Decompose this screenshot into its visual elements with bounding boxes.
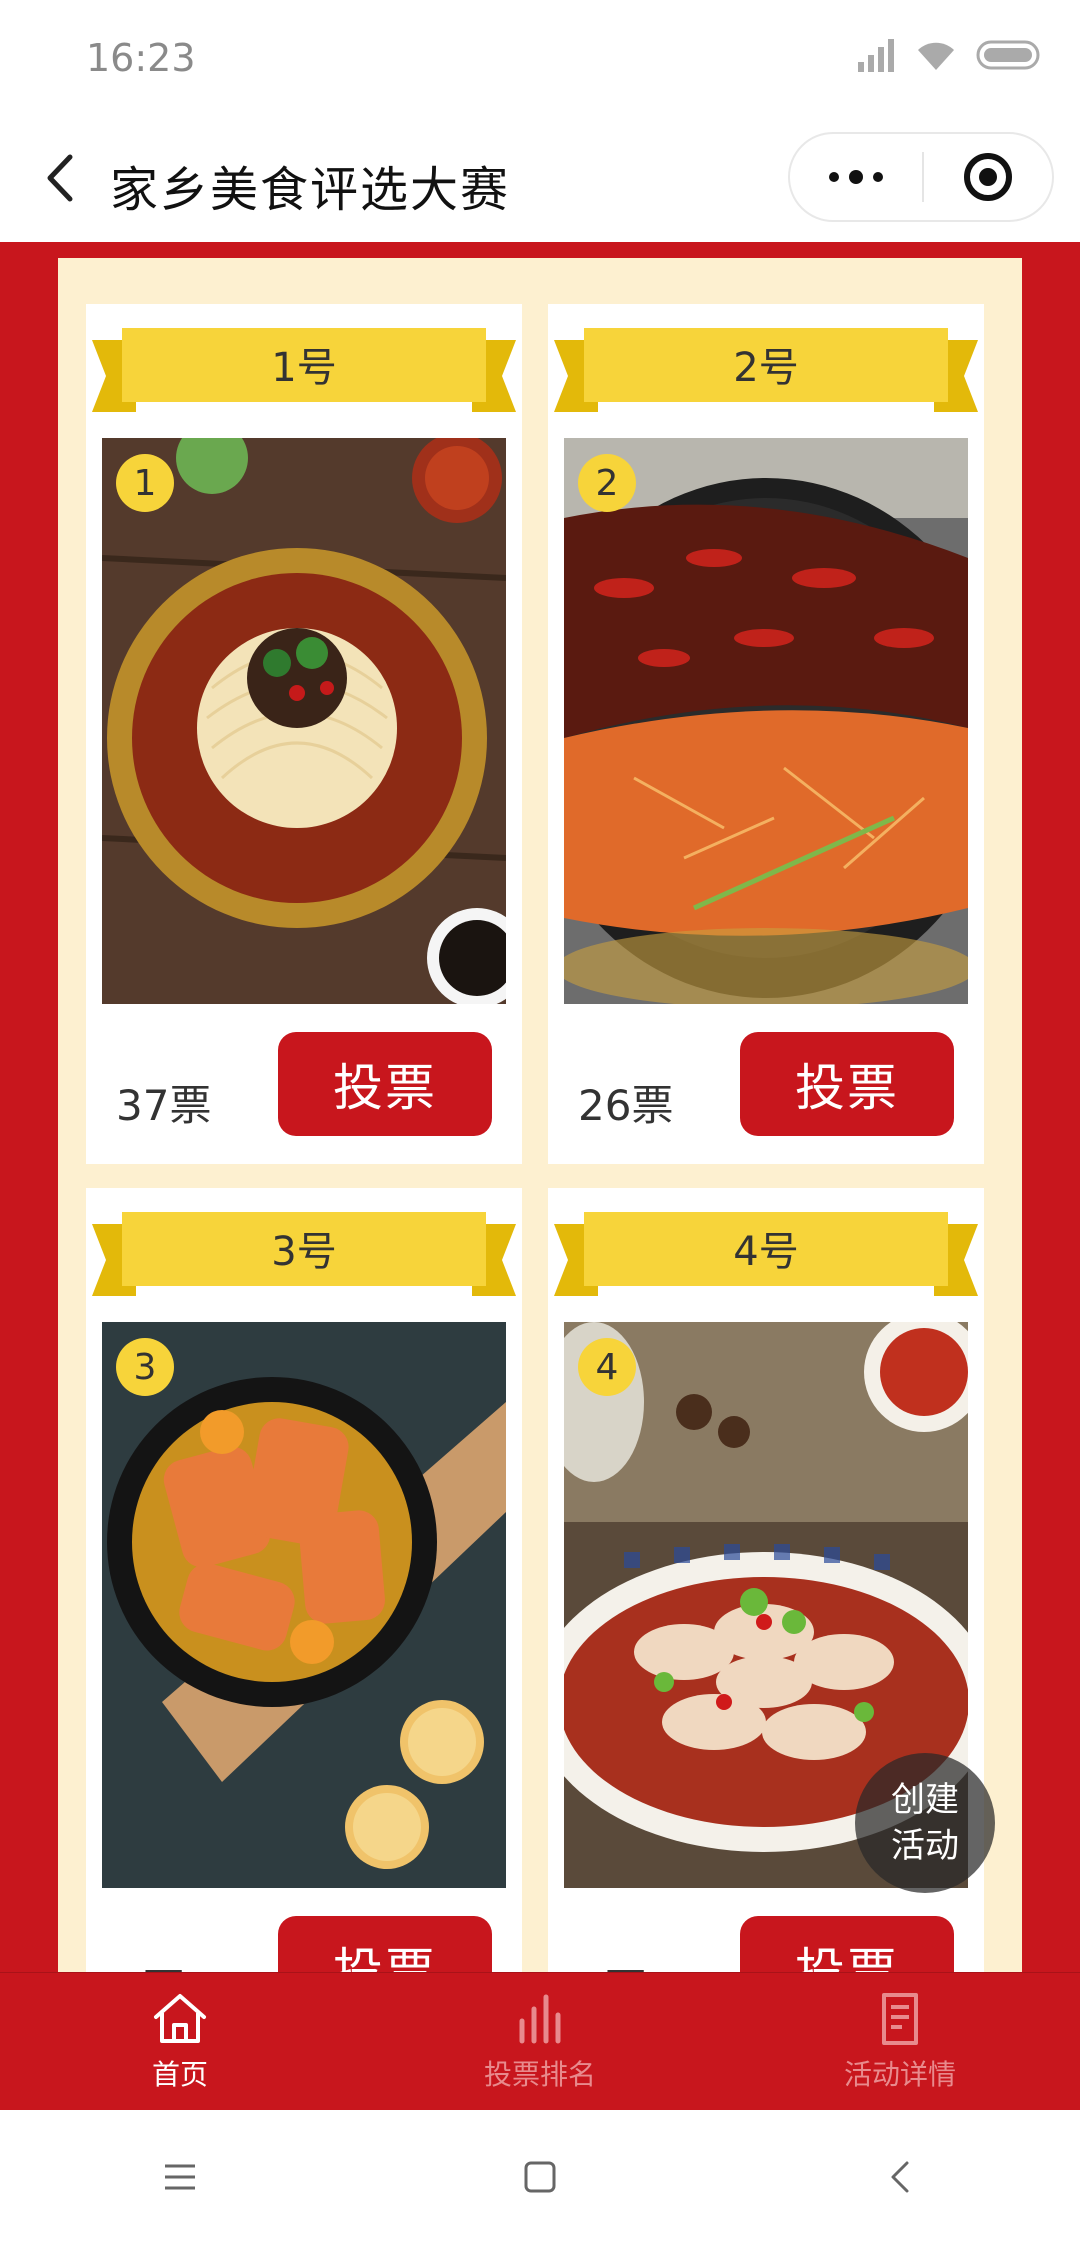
entry-label: 1号 [271, 345, 337, 391]
more-dots-icon [829, 170, 883, 184]
bar-chart-icon [519, 1994, 561, 2043]
system-navigation-bar [0, 2110, 1080, 2244]
entry-label: 3号 [271, 1229, 337, 1275]
document-icon [882, 1992, 918, 2045]
mini-program-capsule [788, 132, 1054, 222]
entry-number-badge: 4 [578, 1338, 636, 1396]
entry-label: 4号 [733, 1229, 799, 1275]
tab-home[interactable]: 首页 [0, 1973, 360, 2110]
vote-button[interactable]: 投票 [278, 1032, 492, 1136]
entry-number-badge: 2 [578, 454, 636, 512]
bottom-tab-bar: 首页 投票排名 活动详情 [0, 1972, 1080, 2110]
entry-photo[interactable]: 3 [102, 1322, 506, 1888]
vote-count: 0票 [116, 1956, 185, 1972]
vote-count: 26票 [578, 1081, 674, 1130]
system-back-button[interactable] [720, 2110, 1080, 2244]
status-icons [856, 38, 1044, 72]
signal-icon [858, 39, 894, 72]
square-icon [524, 2161, 556, 2193]
vote-button[interactable]: 投票 [740, 1916, 954, 1972]
vote-count: 37票 [116, 1081, 212, 1130]
back-button[interactable] [30, 148, 90, 208]
main-content[interactable]: 1号 1 37票 投票 2号 2 26票 投票 3号 3 投票 4号 4 投票 [0, 242, 1080, 1972]
create-activity-line1: 创建 [891, 1780, 959, 1820]
create-activity-line2: 活动 [891, 1826, 959, 1866]
status-bar: 16:23 [0, 0, 1080, 120]
menu-lines-icon [165, 2164, 195, 2190]
close-button[interactable] [924, 134, 1052, 220]
wifi-icon [918, 42, 954, 70]
entry-photo[interactable]: 1 [102, 438, 506, 1004]
entry-card-1: 1号 1 37票 投票 [86, 304, 522, 1164]
hotpot-image [564, 438, 968, 1004]
salmon-image [102, 1322, 506, 1888]
tab-vote-ranking[interactable]: 投票排名 [360, 1973, 720, 2110]
entry-number-badge: 1 [116, 454, 174, 512]
home-system-button[interactable] [360, 2110, 720, 2244]
page-title: 家乡美食评选大赛 [110, 162, 511, 218]
chevron-left-icon [47, 154, 73, 202]
entry-card-3: 3号 3 投票 [86, 1188, 522, 1972]
noodles-image [102, 438, 506, 1004]
vote-count: 0票 [578, 1956, 647, 1972]
more-button[interactable] [790, 134, 922, 220]
back-arrow-icon [891, 2161, 909, 2193]
navigation-bar: 家乡美食评选大赛 [0, 120, 1080, 242]
entry-card-2: 2号 2 26票 投票 [548, 304, 984, 1164]
recent-apps-button[interactable] [0, 2110, 360, 2244]
tab-label-details: 活动详情 [843, 2057, 956, 2091]
battery-icon [976, 40, 1040, 70]
entry-label: 2号 [733, 345, 799, 391]
create-activity-button[interactable]: 创建 活动 [855, 1753, 995, 1893]
tab-label-ranking: 投票排名 [483, 2057, 596, 2091]
entry-number-badge: 3 [116, 1338, 174, 1396]
status-time: 16:23 [86, 36, 196, 80]
target-close-icon [964, 153, 1012, 201]
entries-panel: 1号 1 37票 投票 2号 2 26票 投票 3号 3 投票 4号 4 投票 [58, 258, 1022, 1972]
tab-label-home: 首页 [151, 2057, 208, 2091]
entry-photo[interactable]: 2 [564, 438, 968, 1004]
home-icon [154, 1993, 206, 2043]
vote-button[interactable]: 投票 [278, 1916, 492, 1972]
vote-button[interactable]: 投票 [740, 1032, 954, 1136]
tab-activity-details[interactable]: 活动详情 [720, 1973, 1080, 2110]
